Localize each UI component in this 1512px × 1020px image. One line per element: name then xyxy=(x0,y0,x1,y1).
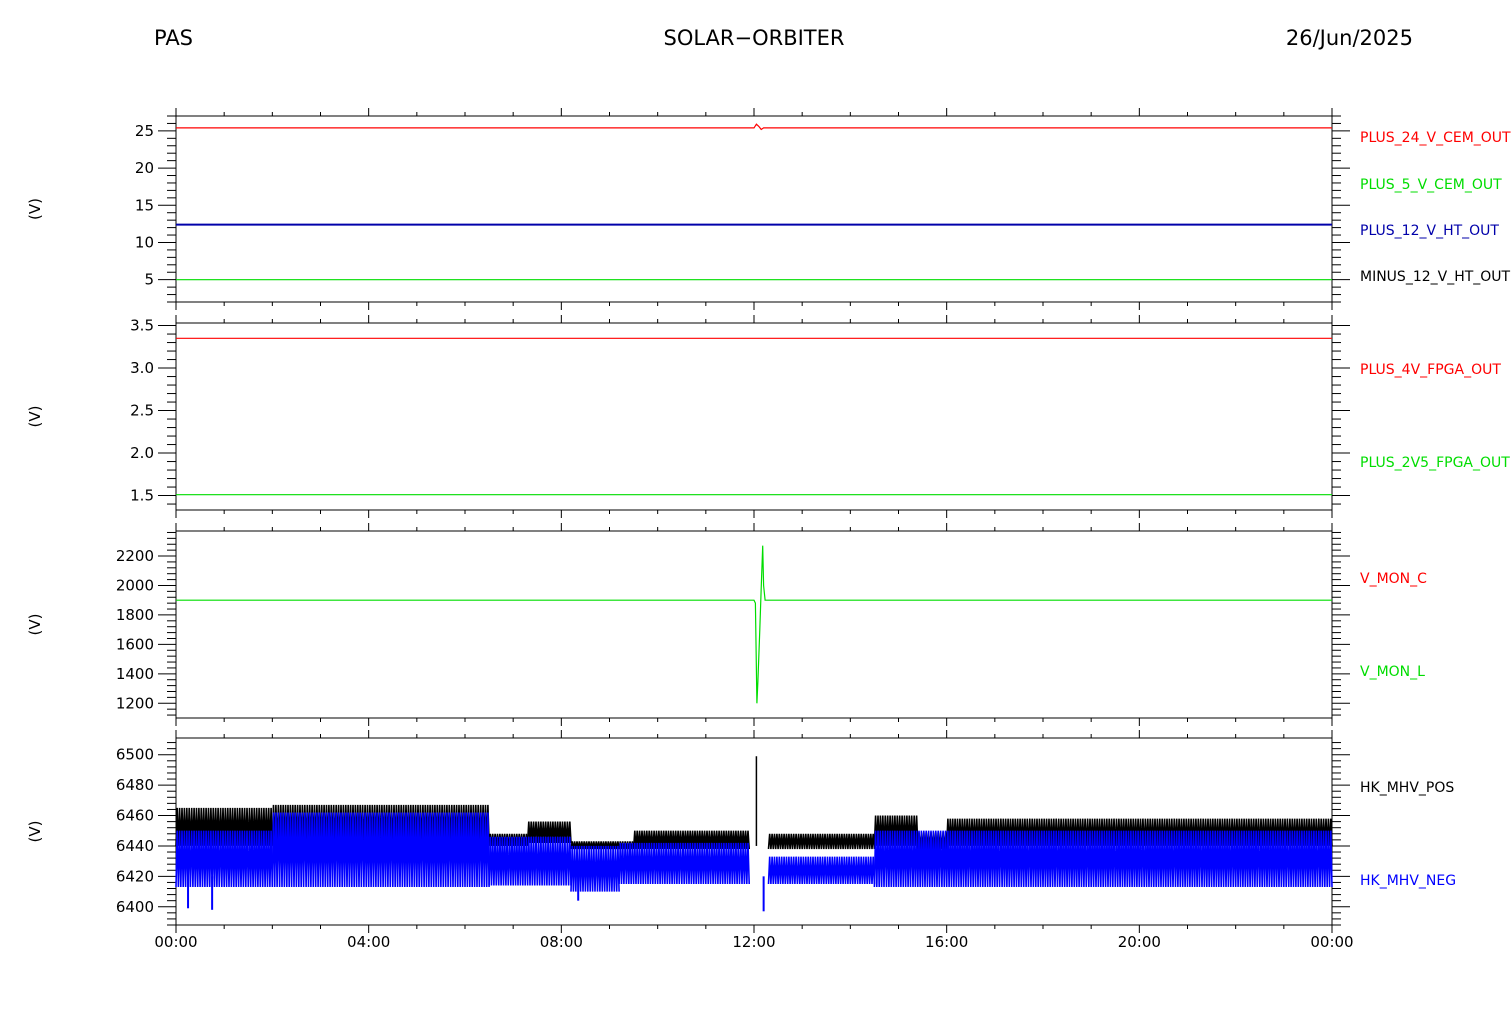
legend-hk_mhv_pos: HK_MHV_POS xyxy=(1360,780,1454,796)
y-tick-label: 1600 xyxy=(116,635,154,653)
header-instrument: PAS xyxy=(154,26,193,50)
panel-1-frame xyxy=(175,115,1333,303)
plot-frame xyxy=(175,115,1333,303)
panel-1-legend: PLUS_24_V_CEM_OUT PLUS_5_V_CEM_OUT PLUS_12… xyxy=(1360,130,1511,285)
series-trace-hk_mhv_pos xyxy=(175,807,274,846)
legend-minus_12_v_ht_out: MINUS_12_V_HT_OUT xyxy=(1360,269,1511,285)
series-line-v_mon_l xyxy=(176,545,1332,704)
x-tick-label: 20:00 xyxy=(1118,933,1161,951)
y-tick-label: 2.5 xyxy=(130,402,154,420)
y-tick-label: 6480 xyxy=(116,776,154,794)
x-tick-label: 04:00 xyxy=(347,933,390,951)
legend-plus_12_v_ht_out: PLUS_12_V_HT_OUT xyxy=(1360,223,1499,239)
series-trace-hk_mhv_neg xyxy=(618,842,750,885)
x-tick-label: 12:00 xyxy=(732,933,775,951)
legend-v_mon_l: V_MON_L xyxy=(1360,664,1425,680)
legend-plus_2v5_fpga_out: PLUS_2V5_FPGA_OUT xyxy=(1360,455,1510,471)
y-tick-label: 1400 xyxy=(116,665,154,683)
y-tick-label: 3.5 xyxy=(130,317,154,335)
panel-3-ticks: 1200 1400 1600 1800 2000 2200 (V) xyxy=(26,523,1350,726)
panel-2-legend: PLUS_4V_FPGA_OUT PLUS_2V5_FPGA_OUT xyxy=(1360,362,1510,471)
plot-frame xyxy=(175,322,1333,511)
panel-3-frame xyxy=(175,530,1333,719)
panel-1-plot xyxy=(176,123,1332,281)
y-tick-label: 6500 xyxy=(116,746,154,764)
y-axis-label: (V) xyxy=(26,198,44,220)
series-line-plus_24_v_cem_out xyxy=(176,123,1332,131)
y-tick-label: 3.0 xyxy=(130,359,154,377)
panel-2-frame xyxy=(175,322,1333,511)
x-tick-label: 16:00 xyxy=(925,933,968,951)
header-mission: SOLAR−ORBITER xyxy=(663,26,844,50)
panel-3-plot xyxy=(176,545,1332,704)
panel-4-plot xyxy=(175,756,1333,912)
y-tick-label: 25 xyxy=(135,122,154,140)
legend-plus_5_v_cem_out: PLUS_5_V_CEM_OUT xyxy=(1360,177,1502,193)
chart-canvas: PAS SOLAR−ORBITER 26/Jun/2025 5 10 15 20 25 (… xyxy=(26,26,1511,951)
y-tick-label: 1200 xyxy=(116,694,154,712)
y-tick-label: 2200 xyxy=(116,547,154,565)
legend-plus_4v_fpga_out: PLUS_4V_FPGA_OUT xyxy=(1360,362,1501,378)
series-trace-hk_mhv_pos xyxy=(570,841,635,850)
panel-voltages-cem-ht: 5 10 15 20 25 (V) PLUS_24_V_CEM_OUT PLUS_5_V_C… xyxy=(26,108,1511,310)
y-tick-label: 1.5 xyxy=(130,487,154,505)
series-trace-hk_mhv_neg xyxy=(488,836,572,886)
y-axis-label: (V) xyxy=(26,614,44,636)
y-axis-label: (V) xyxy=(26,406,44,428)
series-trace-hk_mhv_pos xyxy=(767,833,876,850)
x-tick-label: 08:00 xyxy=(540,933,583,951)
panel-mhv-housekeeping: 640064206440646064806500(V) HK_MHV_POSHK… xyxy=(26,730,1456,933)
x-axis-labels: 00:00 04:00 08:00 12:00 16:00 20:00 00:00 xyxy=(154,933,1353,951)
y-tick-label: 6460 xyxy=(116,807,154,825)
panel-2-ticks: 1.5 2.0 2.5 3.0 3.5 (V) xyxy=(26,315,1350,518)
y-tick-label: 6420 xyxy=(116,867,154,885)
panel-2-plot xyxy=(176,337,1332,496)
panel-4-legend: HK_MHV_POS HK_MHV_NEG xyxy=(1360,780,1456,889)
y-tick-label: 6400 xyxy=(116,898,154,916)
panel-voltages-fpga: 1.52.02.53.03.5(V) PLUS_4V_FPGA_OUTPLUS_… xyxy=(26,315,1510,518)
panel-voltage-monitors: 120014001600180020002200(V) V_MON_CV_MON… xyxy=(26,523,1427,726)
y-tick-label: 15 xyxy=(135,196,154,214)
x-tick-label: 00:00 xyxy=(1310,933,1353,951)
series-trace-hk_mhv_pos xyxy=(945,818,1333,846)
y-tick-label: 1800 xyxy=(116,606,154,624)
y-tick-label: 10 xyxy=(135,233,154,251)
y-axis-label: (V) xyxy=(26,821,44,843)
plot-frame xyxy=(175,530,1333,719)
legend-plus_24_v_cem_out: PLUS_24_V_CEM_OUT xyxy=(1360,130,1511,146)
y-tick-label: 5 xyxy=(144,271,154,289)
panel-3-legend: V_MON_C V_MON_L xyxy=(1360,571,1427,680)
header-date: 26/Jun/2025 xyxy=(1286,26,1413,50)
y-tick-label: 2.0 xyxy=(130,444,154,462)
legend-hk_mhv_neg: HK_MHV_NEG xyxy=(1360,873,1456,889)
x-tick-label: 00:00 xyxy=(154,933,197,951)
y-tick-label: 2000 xyxy=(116,576,154,594)
series-trace-hk_mhv_neg xyxy=(767,856,876,885)
y-tick-label: 20 xyxy=(135,159,154,177)
legend-v_mon_c: V_MON_C xyxy=(1360,571,1427,587)
y-tick-label: 6440 xyxy=(116,837,154,855)
